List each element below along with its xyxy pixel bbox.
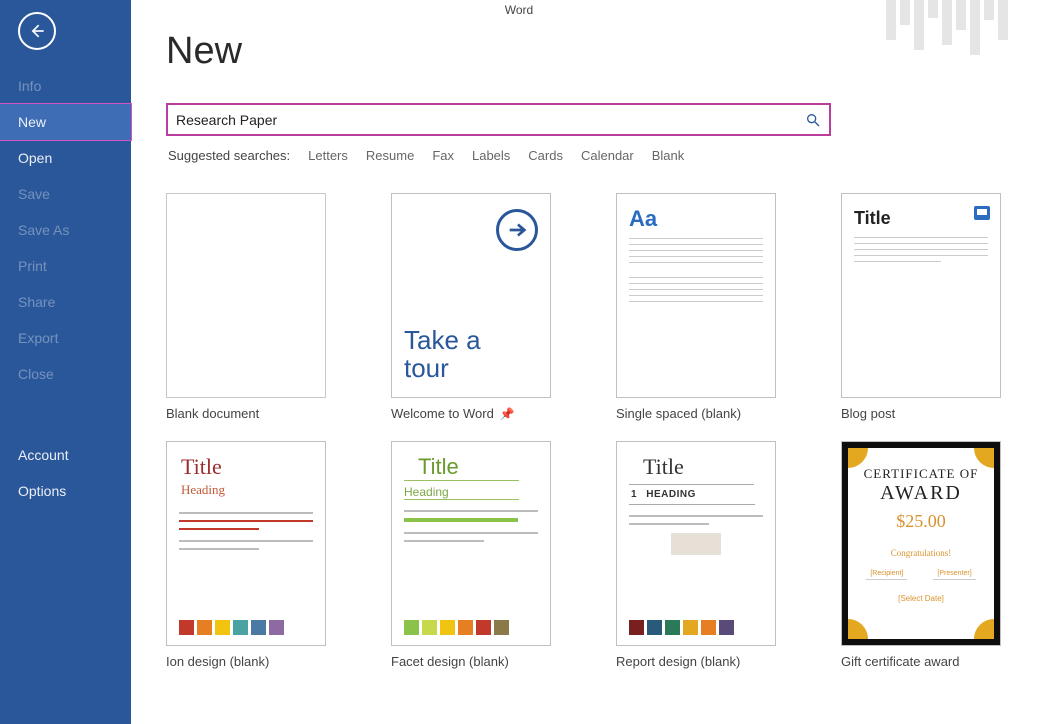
award-presenter: [Presenter]: [933, 570, 975, 580]
preview-lines: [167, 508, 325, 550]
ion-title-text: Title: [167, 442, 325, 482]
caption: Blank document: [166, 406, 348, 421]
preview-lines: [617, 505, 775, 555]
suggested-link-labels[interactable]: Labels: [472, 148, 510, 163]
main-panel: New Suggested searches: Letters Resume F…: [131, 0, 1038, 724]
caption: Facet design (blank): [391, 654, 573, 669]
caption: Single spaced (blank): [616, 406, 798, 421]
pin-icon[interactable]: 📌: [500, 407, 515, 421]
search-icon[interactable]: [805, 112, 821, 128]
award-line1: CERTIFICATE OF: [864, 466, 979, 482]
thumb-facet: Title Heading: [391, 441, 551, 646]
color-swatches: [629, 620, 734, 635]
suggested-label: Suggested searches:: [168, 148, 290, 163]
nav-save-as[interactable]: Save As: [0, 212, 131, 248]
arrow-right-circle-icon: [496, 209, 538, 251]
template-blank-document[interactable]: Blank document: [166, 193, 348, 421]
nav-info[interactable]: Info: [0, 68, 131, 104]
aa-icon: Aa: [617, 194, 775, 238]
preview-lines: [392, 500, 550, 542]
color-swatches: [404, 620, 509, 635]
arrow-left-icon: [27, 21, 47, 41]
nav-print[interactable]: Print: [0, 248, 131, 284]
award-congrats: Congratulations!: [891, 548, 952, 558]
nav-account[interactable]: Account: [0, 437, 131, 473]
window-title: Word: [0, 0, 1038, 20]
suggested-link-fax[interactable]: Fax: [432, 148, 454, 163]
template-report-design[interactable]: Title 1 Heading Report design (blank): [616, 441, 798, 669]
tour-text: Take a tour: [404, 326, 481, 383]
nav-new[interactable]: New: [0, 104, 131, 140]
report-title-text: Title: [629, 442, 754, 485]
thumb-ion: Title Heading: [166, 441, 326, 646]
thumb-blog: Title: [841, 193, 1001, 398]
suggested-link-cards[interactable]: Cards: [528, 148, 563, 163]
report-heading-text: 1 Heading: [617, 485, 775, 500]
color-swatches: [179, 620, 284, 635]
thumb-award: CERTIFICATE OF AWARD $25.00 Congratulati…: [841, 441, 1001, 646]
caption: Report design (blank): [616, 654, 798, 669]
award-price: $25.00: [896, 511, 946, 532]
template-search[interactable]: [166, 103, 831, 136]
search-input[interactable]: [176, 112, 805, 128]
caption: Gift certificate award: [841, 654, 1023, 669]
award-recipient: [Recipient]: [866, 570, 907, 580]
template-single-spaced[interactable]: Aa Single spaced (blank): [616, 193, 798, 421]
ion-heading-text: Heading: [167, 482, 325, 508]
thumb-blank: [166, 193, 326, 398]
nav-share[interactable]: Share: [0, 284, 131, 320]
thumb-tour: Take a tour: [391, 193, 551, 398]
facet-title-text: Title: [404, 442, 519, 481]
thumb-report: Title 1 Heading: [616, 441, 776, 646]
template-grid: Blank document Take a tour Welcome to Wo…: [166, 193, 1038, 669]
nav-list: Info New Open Save Save As Print Share E…: [0, 68, 131, 509]
nav-open[interactable]: Open: [0, 140, 131, 176]
award-line2: AWARD: [880, 482, 962, 505]
suggested-link-letters[interactable]: Letters: [308, 148, 348, 163]
award-date: [Select Date]: [898, 594, 944, 603]
caption: Blog post: [841, 406, 1023, 421]
thumb-single-spaced: Aa: [616, 193, 776, 398]
template-facet-design[interactable]: Title Heading Facet design (blank): [391, 441, 573, 669]
suggested-link-calendar[interactable]: Calendar: [581, 148, 634, 163]
suggested-link-resume[interactable]: Resume: [366, 148, 414, 163]
template-welcome-to-word[interactable]: Take a tour Welcome to Word 📌: [391, 193, 573, 421]
nav-export[interactable]: Export: [0, 320, 131, 356]
preview-lines: [842, 237, 1000, 262]
backstage-sidebar: Info New Open Save Save As Print Share E…: [0, 0, 131, 724]
back-button[interactable]: [18, 12, 56, 50]
template-blog-post[interactable]: Title Blog post: [841, 193, 1023, 421]
suggested-link-blank[interactable]: Blank: [652, 148, 685, 163]
nav-close[interactable]: Close: [0, 356, 131, 392]
nav-options[interactable]: Options: [0, 473, 131, 509]
template-gift-certificate[interactable]: CERTIFICATE OF AWARD $25.00 Congratulati…: [841, 441, 1023, 669]
caption: Ion design (blank): [166, 654, 348, 669]
suggested-searches: Suggested searches: Letters Resume Fax L…: [168, 148, 1038, 163]
caption: Welcome to Word 📌: [391, 406, 573, 421]
blog-icon: [974, 206, 990, 220]
preview-lines: [617, 238, 775, 302]
template-ion-design[interactable]: Title Heading Ion design (blank): [166, 441, 348, 669]
facet-heading-text: Heading: [404, 481, 519, 500]
nav-save[interactable]: Save: [0, 176, 131, 212]
